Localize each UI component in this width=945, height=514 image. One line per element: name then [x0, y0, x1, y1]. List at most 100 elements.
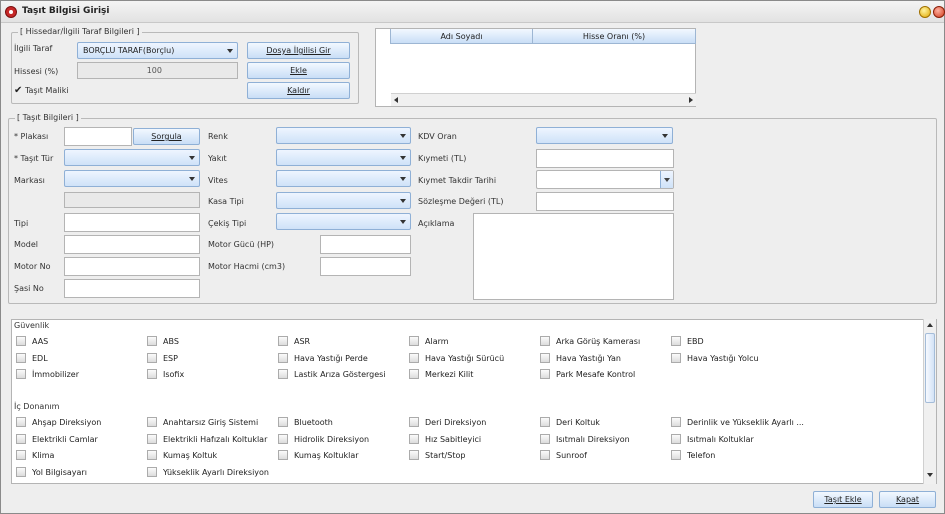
chevron-down-icon: [664, 178, 670, 182]
ekle-button[interactable]: Ekle: [247, 62, 350, 79]
checkbox-icon: [278, 433, 288, 444]
renk-label: Renk: [208, 132, 228, 141]
checkbox-icon: [147, 433, 157, 444]
feature-label: Elektrikli Camlar: [32, 434, 98, 444]
sozlesme-input[interactable]: [536, 192, 674, 211]
tipi-label: Tipi: [14, 219, 29, 228]
aciklama-label: Açıklama: [418, 219, 455, 228]
checkbox-icon: [540, 336, 550, 346]
kiymet-tarih-picker[interactable]: [536, 170, 674, 189]
feature-label: Deri Koltuk: [556, 418, 600, 427]
checkbox-icon: [16, 450, 26, 460]
kdv-oran-select[interactable]: [536, 127, 673, 144]
markasi-detail-field: [64, 192, 200, 208]
motor-hacmi-input[interactable]: [320, 257, 411, 276]
sorgula-button[interactable]: Sorgula: [133, 128, 200, 145]
motor-gucu-input[interactable]: [320, 235, 411, 254]
window: Taşıt Bilgisi Girişi [ Hissedar/İlgili T…: [0, 0, 945, 514]
sozlesme-label: Sözleşme Değeri (TL): [418, 197, 504, 206]
checkbox-icon: [671, 336, 681, 346]
feature-section-title: Güvenlik: [14, 321, 50, 330]
checkbox-icon: [147, 352, 157, 363]
checkbox-icon: [540, 369, 550, 379]
feature-label: AAS: [32, 337, 49, 346]
tasit-ekle-button[interactable]: Taşıt Ekle: [813, 491, 873, 508]
feature-label: Alarm: [425, 337, 449, 346]
motor-no-label: Motor No: [14, 262, 51, 271]
chevron-down-icon: [400, 220, 406, 224]
feature-label: Telefon: [687, 451, 716, 460]
aciklama-textarea[interactable]: [473, 213, 674, 300]
vites-select[interactable]: [276, 170, 411, 187]
hissedar-table[interactable]: Adı Soyadı Hisse Oranı (%): [375, 28, 696, 107]
scroll-down-icon[interactable]: [927, 473, 933, 477]
app-icon: [5, 6, 17, 18]
checkbox-icon: [16, 369, 26, 379]
tasit-tur-label: * Taşıt Tür: [14, 154, 54, 163]
scroll-left-icon[interactable]: [394, 97, 398, 103]
feature-section-title: İç Donanım: [14, 402, 60, 411]
feature-label: Ahşap Direksiyon: [32, 418, 102, 427]
model-input[interactable]: [64, 235, 200, 254]
sasi-no-input[interactable]: [64, 279, 200, 298]
checkbox-icon: [147, 336, 157, 346]
feature-label: Merkezi Kilit: [425, 370, 474, 379]
dosya-ilgilisi-gir-button[interactable]: Dosya İlgilisi Gir: [247, 42, 350, 59]
feature-label: Hidrolik Direksiyon: [294, 434, 370, 444]
sasi-no-label: Şasi No: [14, 284, 44, 293]
feature-label: Yol Bilgisayarı: [32, 467, 87, 477]
yakit-select[interactable]: [276, 149, 411, 166]
hissedar-group-title: [ Hissedar/İlgili Taraf Bilgileri ]: [18, 27, 142, 36]
checkbox-icon: [671, 433, 681, 444]
markasi-select[interactable]: [64, 170, 200, 187]
feature-label: Hız Sabitleyici: [425, 434, 482, 444]
table-hscrollbar[interactable]: [391, 93, 696, 106]
table-select-all[interactable]: [376, 29, 391, 44]
plakasi-input[interactable]: [64, 127, 132, 146]
kasa-tipi-select[interactable]: [276, 192, 411, 209]
close-button[interactable]: [933, 6, 945, 18]
feature-vscrollbar[interactable]: [923, 319, 936, 484]
feature-label: Sunroof: [556, 451, 587, 460]
feature-label: Lastik Arıza Göstergesi: [294, 370, 386, 379]
tipi-input[interactable]: [64, 213, 200, 232]
tasit-maliki-checkbox[interactable]: ✔ Taşıt Maliki: [14, 85, 69, 96]
chevron-down-icon: [662, 134, 668, 138]
model-label: Model: [14, 240, 39, 249]
kiymeti-input[interactable]: [536, 149, 674, 168]
feature-label: Isofix: [163, 370, 185, 379]
chevron-down-icon: [189, 177, 195, 181]
checkbox-icon: [540, 417, 550, 427]
scroll-thumb[interactable]: [925, 333, 935, 403]
scroll-right-icon[interactable]: [689, 97, 693, 103]
feature-label: Hava Yastığı Perde: [294, 353, 368, 363]
checkbox-icon: [671, 450, 681, 460]
kiymet-tarih-label: Kıymet Takdir Tarihi: [418, 176, 497, 185]
checkbox-icon: [147, 466, 157, 477]
feature-label: ESP: [163, 353, 178, 363]
kaldir-button[interactable]: Kaldır: [247, 82, 350, 99]
checkbox-icon: [278, 417, 288, 427]
checkbox-icon: [671, 417, 681, 427]
table-header-adi-soyadi[interactable]: Adı Soyadı: [391, 29, 533, 44]
hissesi-field[interactable]: 100: [77, 62, 238, 79]
feature-label: Hava Yastığı Yan: [556, 353, 621, 363]
tasit-tur-select[interactable]: [64, 149, 200, 166]
cekis-tipi-select[interactable]: [276, 213, 411, 230]
minimize-button[interactable]: [919, 6, 931, 18]
feature-label: Kumaş Koltuk: [163, 451, 218, 460]
kapat-button[interactable]: Kapat: [879, 491, 936, 508]
scroll-up-icon[interactable]: [927, 323, 933, 327]
checkbox-icon: [278, 450, 288, 460]
renk-select[interactable]: [276, 127, 411, 144]
motor-no-input[interactable]: [64, 257, 200, 276]
ilgili-taraf-select[interactable]: BORÇLU TARAF(Borçlu): [77, 42, 238, 59]
table-header-hisse-orani[interactable]: Hisse Oranı (%): [533, 29, 696, 44]
feature-label: Bluetooth: [294, 418, 333, 427]
checkbox-icon: [16, 336, 26, 346]
hissesi-label: Hissesi (%): [14, 67, 59, 76]
chevron-down-icon: [400, 177, 406, 181]
feature-list: Güvenlik AAS ABS ASR Alarm Arka Görüş Kameras…: [11, 319, 937, 484]
feature-label: Isıtmalı Koltuklar: [687, 434, 754, 444]
feature-label: Yükseklik Ayarlı Direksiyon: [163, 467, 269, 477]
